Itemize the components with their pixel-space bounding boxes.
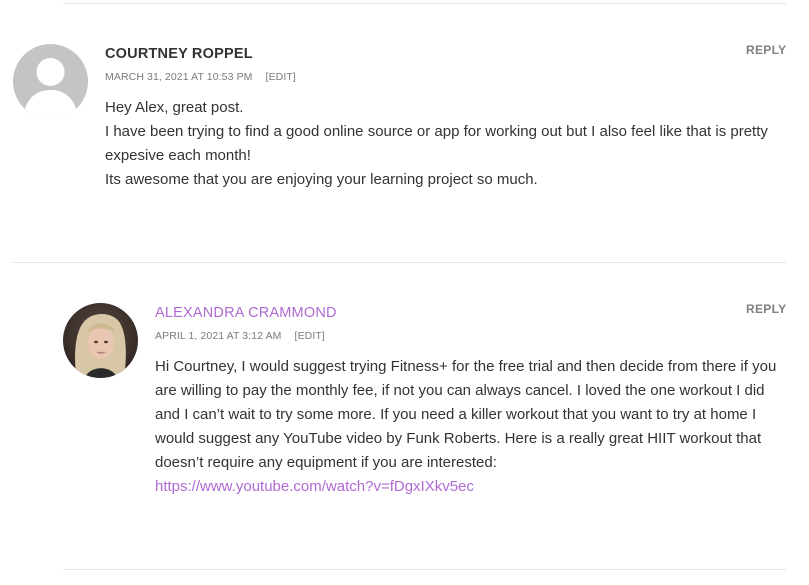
youtube-link[interactable]: https://www.youtube.com/watch?v=fDgxIXkv… xyxy=(155,478,474,495)
comment-author[interactable]: ALEXANDRA CRAMMOND xyxy=(155,305,337,321)
divider xyxy=(63,3,786,4)
comment-author[interactable]: COURTNEY ROPPEL xyxy=(105,46,253,62)
comment-date[interactable]: MARCH 31, 2021 AT 10:53 PM xyxy=(105,71,253,83)
profile-photo xyxy=(63,303,138,378)
comment-meta: APRIL 1, 2021 AT 3:12 AM [EDIT] xyxy=(155,330,325,342)
reply-button[interactable]: REPLY xyxy=(746,302,786,316)
comment-line: Its awesome that you are enjoying your l… xyxy=(105,171,538,188)
edit-link[interactable]: [EDIT] xyxy=(295,330,325,342)
comment-body: Hi Courtney, I would suggest trying Fitn… xyxy=(155,355,787,499)
comment-body: Hey Alex, great post. I have been trying… xyxy=(105,96,785,192)
divider xyxy=(13,262,786,263)
comment-meta: MARCH 31, 2021 AT 10:53 PM [EDIT] xyxy=(105,71,296,83)
reply-button[interactable]: REPLY xyxy=(746,43,786,57)
comment-text: Hi Courtney, I would suggest trying Fitn… xyxy=(155,358,777,471)
divider xyxy=(63,569,786,570)
comment-line: I have been trying to find a good online… xyxy=(105,123,768,164)
edit-link[interactable]: [EDIT] xyxy=(266,71,296,83)
comment-date[interactable]: APRIL 1, 2021 AT 3:12 AM xyxy=(155,330,282,342)
comment-line: Hey Alex, great post. xyxy=(105,99,244,116)
default-avatar-icon xyxy=(13,44,88,119)
